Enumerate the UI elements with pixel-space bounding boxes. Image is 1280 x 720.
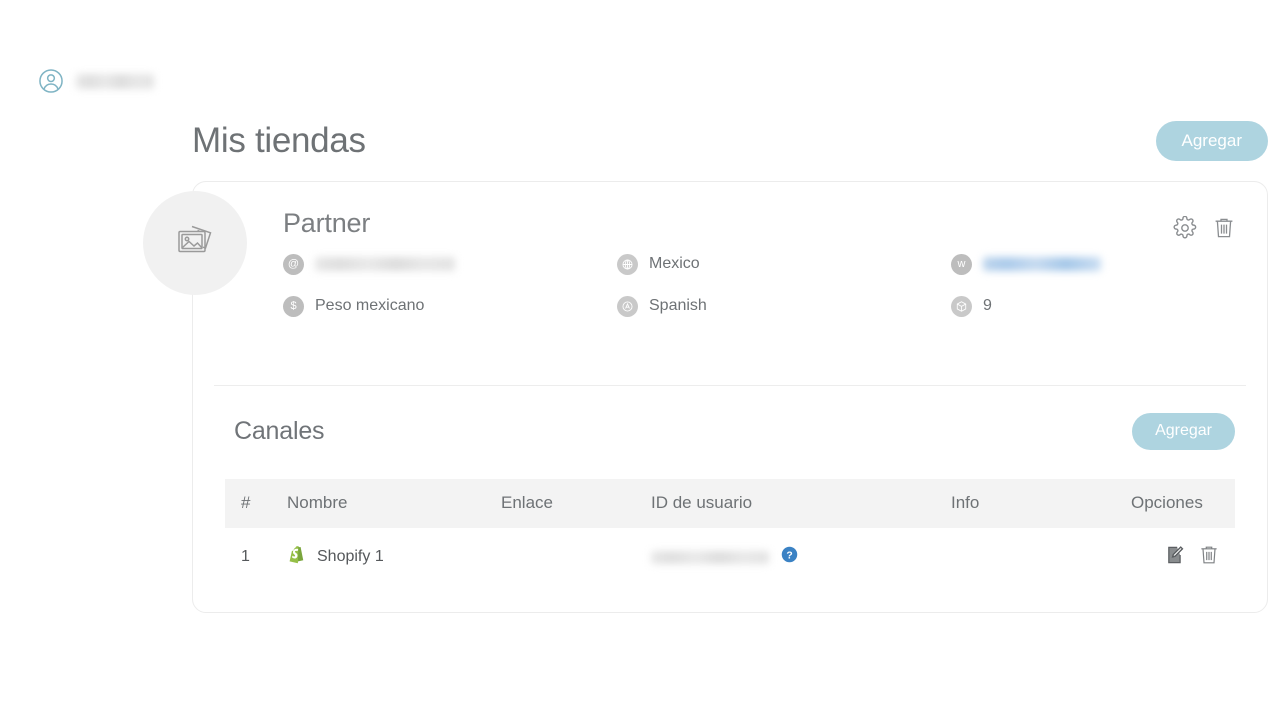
cell-link xyxy=(501,528,651,587)
store-delete-button[interactable] xyxy=(1213,216,1235,240)
cell-options xyxy=(1131,528,1235,587)
svg-text:?: ? xyxy=(786,550,792,561)
cell-name: Shopify 1 xyxy=(287,528,501,587)
column-header-userid: ID de usuario xyxy=(651,493,753,512)
channels-section: Canales Agregar # Nombre Enlace ID de us… xyxy=(193,405,1267,587)
edit-channel-button[interactable] xyxy=(1165,545,1185,565)
language-icon xyxy=(617,295,638,317)
store-card-actions xyxy=(1173,215,1235,243)
store-card: Partner @ partner@yuju.io Mexico w xyxy=(143,181,1268,613)
store-currency: $ Peso mexicano xyxy=(283,295,617,317)
store-thumbnail xyxy=(143,191,247,295)
column-header-link: Enlace xyxy=(501,493,553,512)
store-website-value[interactable]: https://yuju.io xyxy=(983,257,1101,271)
add-channel-button[interactable]: Agregar xyxy=(1132,412,1235,450)
column-header-num: # xyxy=(241,493,251,512)
web-icon: w xyxy=(951,253,972,275)
add-store-button[interactable]: Agregar xyxy=(1155,121,1268,161)
store-email-value: partner@yuju.io xyxy=(315,257,455,271)
store-products: 9 xyxy=(951,295,1233,317)
at-icon: @ xyxy=(283,253,304,275)
trash-icon xyxy=(1199,546,1219,569)
store-website[interactable]: w https://yuju.io xyxy=(951,253,1233,275)
channels-table: # Nombre Enlace ID de usuario Info Opcio… xyxy=(225,479,1235,587)
channels-table-body: 1 Shopify 1 ? xyxy=(225,528,1235,587)
column-header-info: Info xyxy=(951,493,980,512)
username-label: Partner xyxy=(76,73,154,89)
page-title: Mis tiendas xyxy=(192,121,366,160)
store-country: Mexico xyxy=(617,253,951,275)
store-currency-value: Peso mexicano xyxy=(315,297,425,314)
store-language-value: Spanish xyxy=(649,297,707,314)
store-summary: Partner @ partner@yuju.io Mexico w xyxy=(143,182,1267,317)
channels-header-row: # Nombre Enlace ID de usuario Info Opcio… xyxy=(225,479,1235,528)
store-settings-button[interactable] xyxy=(1173,215,1197,243)
channel-name-label: Shopify 1 xyxy=(317,548,384,565)
channel-userid-value: yuju-certificat... xyxy=(651,550,769,564)
channels-table-head: # Nombre Enlace ID de usuario Info Opcio… xyxy=(225,479,1235,528)
card-divider xyxy=(214,385,1246,386)
cell-info xyxy=(951,528,1131,587)
user-circle-icon xyxy=(38,68,64,94)
currency-icon: $ xyxy=(283,295,304,317)
delete-channel-button[interactable] xyxy=(1199,544,1219,566)
store-language: Spanish xyxy=(617,295,951,317)
edit-document-icon xyxy=(1165,546,1185,568)
store-name: Partner xyxy=(283,208,371,238)
page-header: Mis tiendas Agregar xyxy=(192,120,1268,162)
column-header-name: Nombre xyxy=(287,493,348,512)
channels-header: Canales Agregar xyxy=(225,405,1235,457)
shopify-icon xyxy=(287,544,306,570)
channels-title: Canales xyxy=(234,416,325,445)
package-icon xyxy=(951,295,972,317)
table-row[interactable]: 1 Shopify 1 ? xyxy=(225,528,1235,587)
topbar-user[interactable]: Partner xyxy=(38,68,154,94)
gear-icon xyxy=(1173,215,1197,243)
trash-icon xyxy=(1213,218,1235,243)
column-header-options: Opciones xyxy=(1131,493,1203,512)
store-country-value: Mexico xyxy=(649,255,700,272)
images-placeholder-icon xyxy=(172,220,218,267)
store-email: @ partner@yuju.io xyxy=(283,253,617,275)
store-meta-grid: @ partner@yuju.io Mexico w https://yuju.… xyxy=(283,253,1233,317)
store-products-value: 9 xyxy=(983,297,992,314)
globe-icon xyxy=(617,253,638,275)
cell-userid: yuju-certificat... ? xyxy=(651,528,951,587)
help-circle-icon[interactable]: ? xyxy=(781,546,798,568)
cell-num: 1 xyxy=(241,548,250,565)
